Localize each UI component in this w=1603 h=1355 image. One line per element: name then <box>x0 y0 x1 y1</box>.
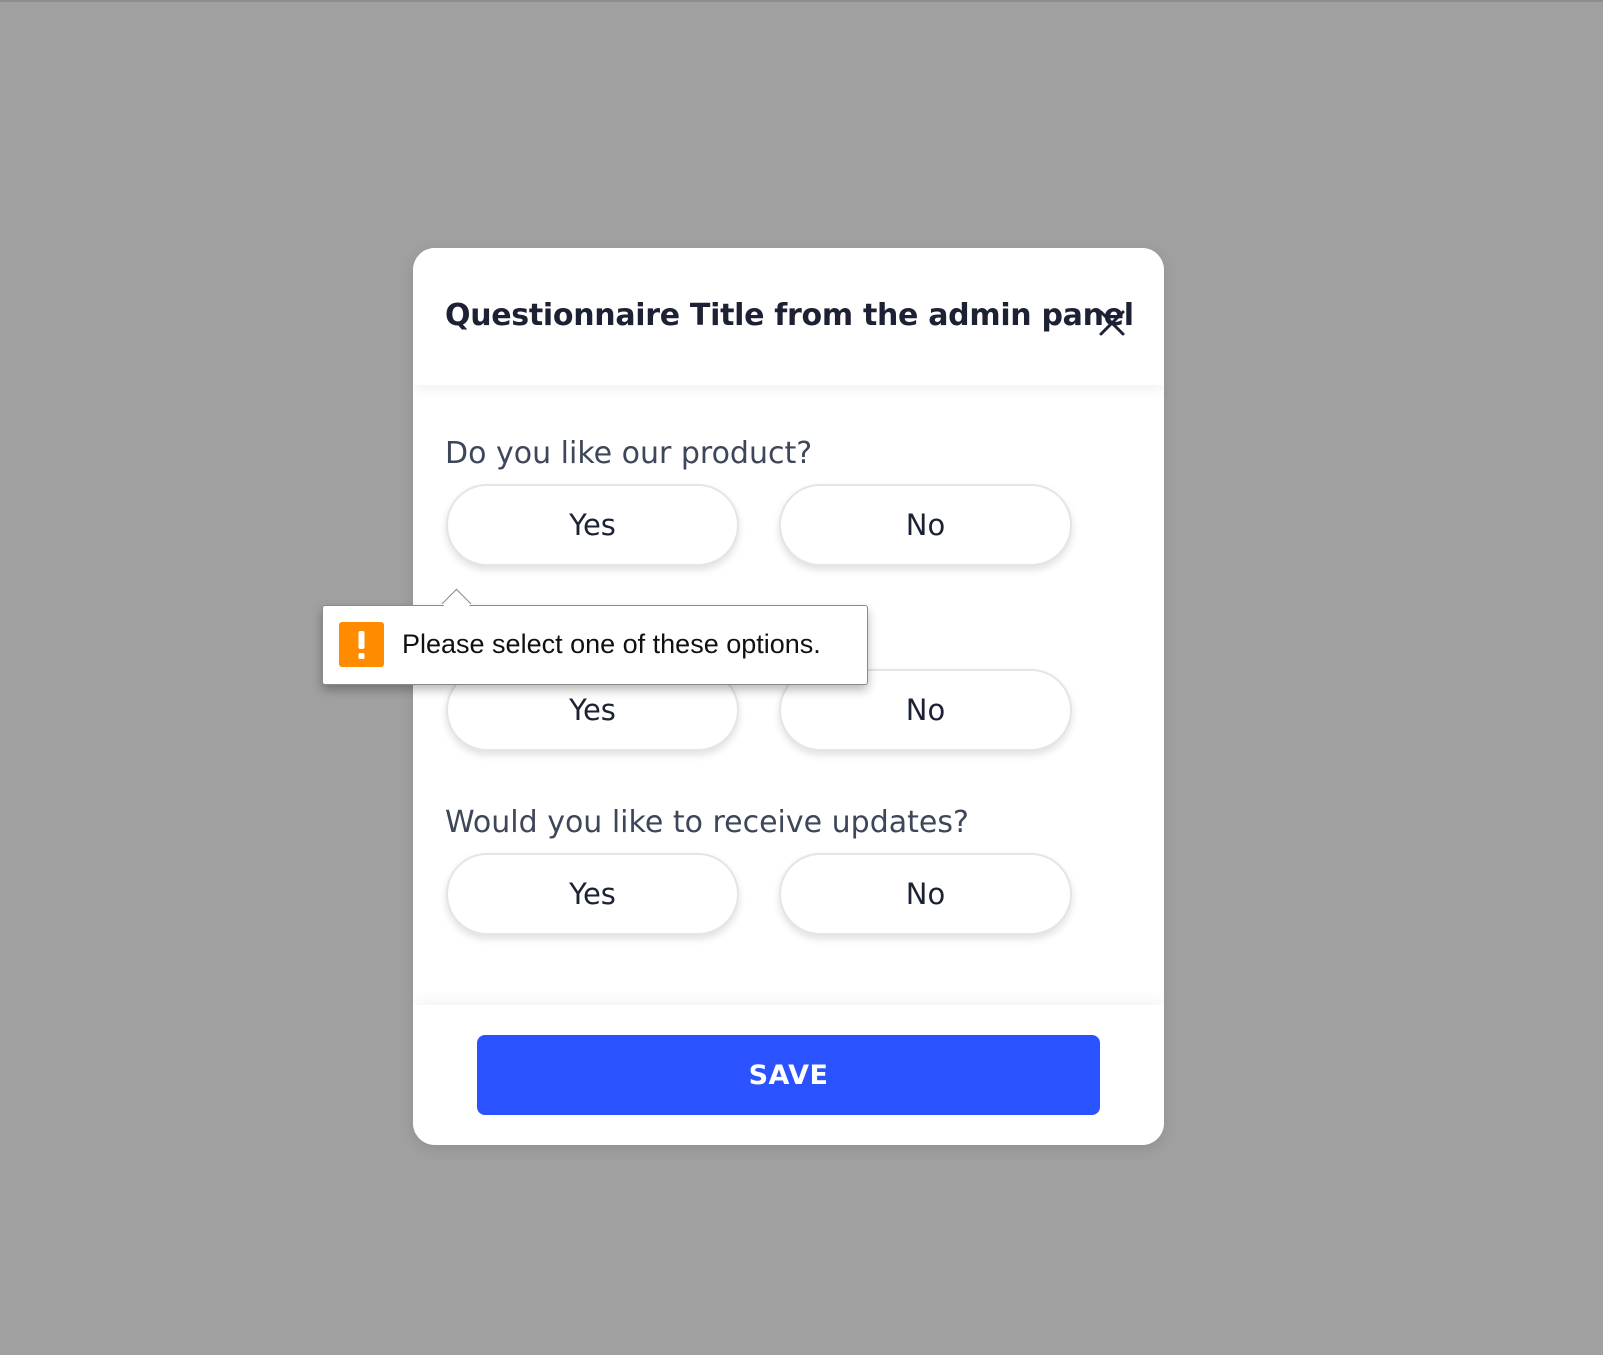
warning-icon <box>339 622 384 667</box>
question-1-no-button[interactable]: No <box>779 484 1072 566</box>
dialog-body: Do you like our product? Yes No Yes No W… <box>413 385 1164 1005</box>
question-3-label: Would you like to receive updates? <box>445 805 969 840</box>
window-top-edge <box>0 0 1603 2</box>
close-button[interactable] <box>1095 306 1129 340</box>
tooltip-message: Please select one of these options. <box>402 629 821 659</box>
close-icon <box>1099 310 1125 336</box>
question-1-label: Do you like our product? <box>445 436 813 471</box>
dialog-header: Questionnaire Title from the admin panel <box>413 248 1164 385</box>
validation-tooltip: Please select one of these options. <box>322 588 868 685</box>
question-3-no-button[interactable]: No <box>779 853 1072 935</box>
dialog-title: Questionnaire Title from the admin panel <box>445 298 1134 333</box>
question-1-yes-button[interactable]: Yes <box>446 484 739 566</box>
question-3-yes-button[interactable]: Yes <box>446 853 739 935</box>
save-button[interactable]: SAVE <box>477 1035 1100 1115</box>
dialog-footer: SAVE <box>413 1005 1164 1145</box>
questionnaire-dialog: Questionnaire Title from the admin panel… <box>413 248 1164 1145</box>
